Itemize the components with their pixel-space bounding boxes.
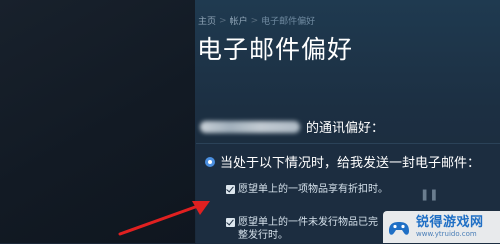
breadcrumb: 主页 > 帐户 > 电子邮件偏好	[198, 14, 316, 28]
site-watermark: 锐得游戏网 www.ytruido.com	[383, 211, 500, 243]
breadcrumb-separator: >	[219, 15, 227, 26]
checkbox-checked-icon[interactable]	[226, 218, 235, 227]
wishlist-release-label: 愿望单上的一件未发行物品已完整发行时。	[238, 217, 378, 241]
breadcrumb-current: 电子邮件偏好	[261, 17, 316, 27]
preferences-heading: 的通讯偏好：	[200, 117, 384, 136]
watermark-url: www.ytruido.com	[416, 230, 477, 238]
gamepad-logo-icon	[389, 222, 409, 235]
blurred-email-address	[200, 120, 300, 133]
breadcrumb-account[interactable]: 帐户	[230, 14, 248, 27]
annotation-arrow-icon	[118, 201, 210, 236]
wishlist-discount-option[interactable]: 愿望单上的一项物品享有折扣时。	[226, 183, 388, 196]
page-title: 电子邮件偏好	[197, 35, 354, 64]
breadcrumb-separator: >	[250, 15, 259, 26]
preferences-heading-text: 的通讯偏好：	[306, 121, 385, 136]
notify-radio-label: 当处于以下情况时，给我发送一封电子邮件：	[220, 156, 481, 171]
checkbox-checked-icon[interactable]	[226, 185, 235, 194]
breadcrumb-home[interactable]: 主页	[198, 14, 216, 27]
wishlist-release-option[interactable]: 愿望单上的一件未发行物品已完整发行时。	[226, 216, 378, 242]
cursor-hint-icon: ❚❚	[420, 188, 439, 201]
wishlist-discount-label: 愿望单上的一项物品享有折扣时。	[238, 184, 388, 195]
radio-selected-icon[interactable]	[205, 156, 215, 167]
watermark-title: 锐得游戏网	[416, 215, 484, 230]
notify-radio-option[interactable]: 当处于以下情况时，给我发送一封电子邮件：	[205, 152, 480, 171]
